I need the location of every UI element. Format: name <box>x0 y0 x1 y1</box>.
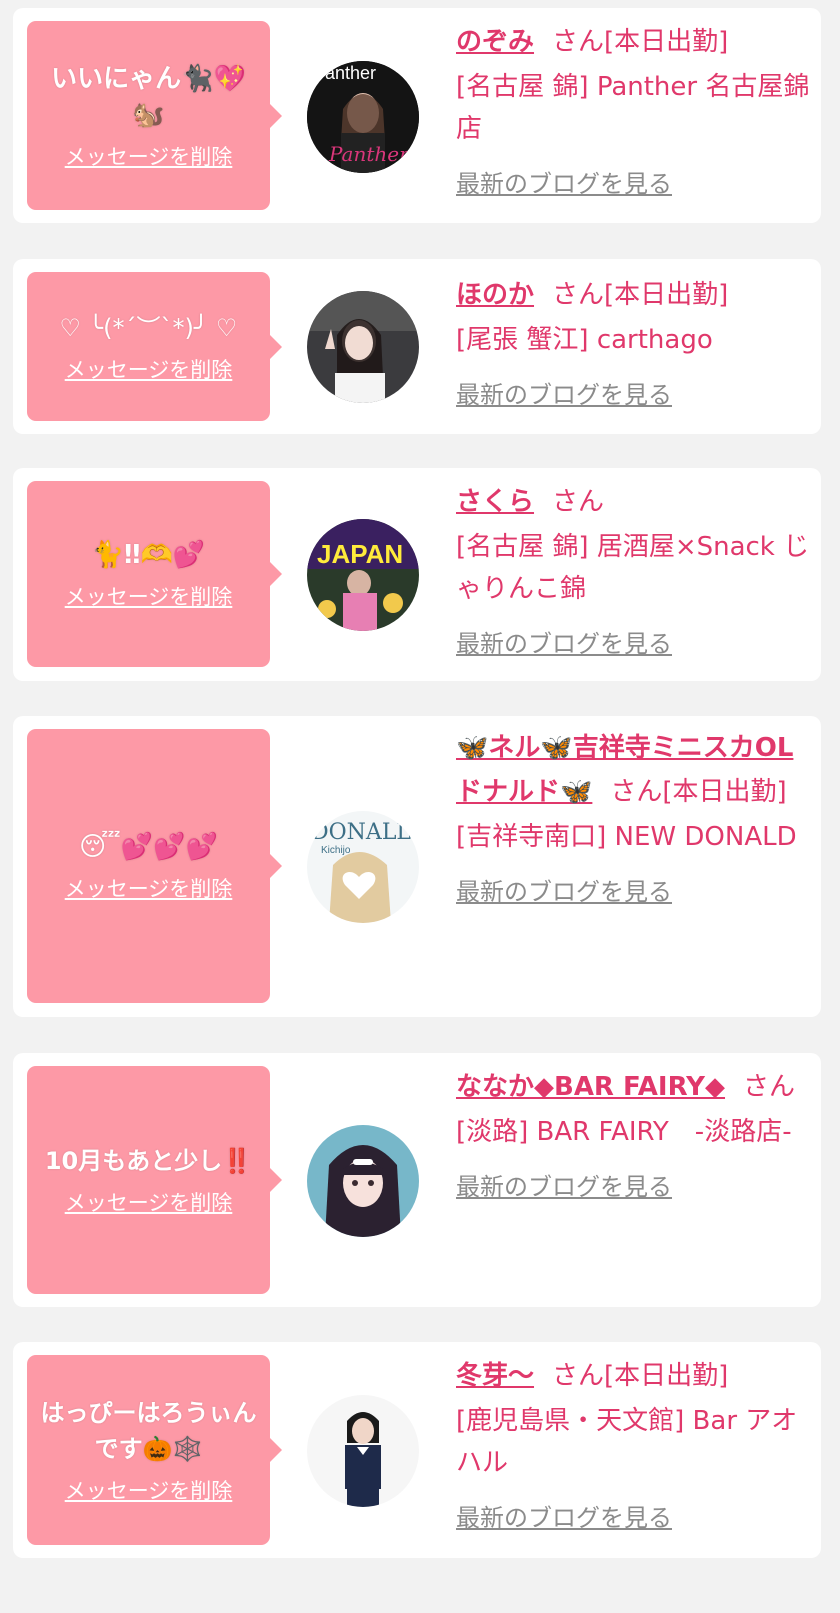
message-bubble: 10月もあと少し‼️ メッセージを削除 <box>27 1066 282 1294</box>
message-text: はっぴーはろうぃんです🎃🕸️ <box>40 1399 257 1463</box>
honorific-status: さん[本日出勤] <box>552 280 729 310</box>
honorific-status: さん <box>743 1072 796 1102</box>
svg-text:Panther: Panther <box>328 142 410 166</box>
cast-name-link[interactable]: ななか◆BAR FAIRY◆ <box>456 1072 725 1102</box>
favorite-card: ♡ ╰(*´︶`*)╯ ♡ メッセージを削除 ほのか さん[本日出勤] [尾張 蟹… <box>13 259 821 434</box>
svg-text:Panther: Panther <box>313 63 376 83</box>
honorific-status: さん[本日出勤] <box>552 1361 729 1391</box>
avatar[interactable]: Panther Panther <box>307 61 419 173</box>
avatar[interactable] <box>307 1125 419 1237</box>
avatar-image: JAPAN <box>307 519 419 631</box>
svg-text:DONALL: DONALL <box>311 820 411 845</box>
avatar-image: DONALL Kichijo <box>307 811 419 923</box>
avatar-image <box>307 291 419 403</box>
message-text: 🐈‼︎🫶💕 <box>91 540 206 570</box>
delete-message-link[interactable]: メッセージを削除 <box>65 1187 233 1217</box>
cast-info: ななか◆BAR FAIRY◆ さん [淡路] BAR FAIRY -淡路店- 最新… <box>456 1065 816 1202</box>
shop-name: [鹿児島県・天文館] Bar アオハル <box>456 1406 798 1478</box>
message-text: 😴💕💕💕 <box>79 832 218 862</box>
shop-name: [吉祥寺南口] NEW DONALD <box>456 822 797 852</box>
message-bubble: ♡ ╰(*´︶`*)╯ ♡ メッセージを削除 <box>27 272 282 421</box>
avatar[interactable]: DONALL Kichijo <box>307 811 419 923</box>
name-line: ほのか さん[本日出勤] <box>456 273 816 317</box>
favorite-card: 10月もあと少し‼️ メッセージを削除 ななか◆BAR FAIRY◆ さん [淡路… <box>13 1053 821 1307</box>
honorific-status: さん <box>552 487 605 517</box>
svg-text:Kichijo: Kichijo <box>321 845 351 856</box>
message-bubble: 😴💕💕💕 メッセージを削除 <box>27 729 282 1003</box>
message-bubble: 🐈‼︎🫶💕 メッセージを削除 <box>27 481 282 667</box>
cast-name-link[interactable]: ほのか <box>456 280 534 310</box>
latest-blog-link[interactable]: 最新のブログを見る <box>456 1167 672 1202</box>
delete-message-link[interactable]: メッセージを削除 <box>65 354 233 384</box>
favorite-card: 😴💕💕💕 メッセージを削除 DONALL Kichijo 🦋ネル🦋吉祥寺ミニスカ… <box>13 716 821 1017</box>
avatar-image <box>307 1125 419 1237</box>
delete-message-link[interactable]: メッセージを削除 <box>65 873 233 903</box>
name-line: 🦋ネル🦋吉祥寺ミニスカOLドナルド🦋 さん[本日出勤] <box>456 726 816 814</box>
favorite-card: 🐈‼︎🫶💕 メッセージを削除 JAPAN さくら さん [名古屋 錦] 居酒屋×S… <box>13 468 821 681</box>
delete-message-link[interactable]: メッセージを削除 <box>65 1475 233 1505</box>
shop-name: [名古屋 錦] Panther 名古屋錦店 <box>456 72 810 144</box>
avatar[interactable]: JAPAN <box>307 519 419 631</box>
latest-blog-link[interactable]: 最新のブログを見る <box>456 624 672 659</box>
avatar[interactable] <box>307 291 419 403</box>
avatar-image: Panther Panther <box>307 61 419 173</box>
svg-text:JAPAN: JAPAN <box>317 539 403 569</box>
message-text: 10月もあと少し‼️ <box>44 1147 253 1175</box>
shop-name: [淡路] BAR FAIRY -淡路店- <box>456 1117 792 1147</box>
cast-name-link[interactable]: のぞみ <box>456 27 534 57</box>
honorific-status: さん[本日出勤] <box>552 27 729 57</box>
cast-info: のぞみ さん[本日出勤] [名古屋 錦] Panther 名古屋錦店 最新のブログ… <box>456 20 816 199</box>
name-line: ななか◆BAR FAIRY◆ さん <box>456 1065 816 1109</box>
message-bubble: いいにゃん🐈‍⬛💖🐿️ メッセージを削除 <box>27 21 282 210</box>
cast-info: さくら さん [名古屋 錦] 居酒屋×Snack じゃりんこ錦 最新のブログを見る <box>456 480 816 659</box>
shop-name: [尾張 蟹江] carthago <box>456 325 713 355</box>
latest-blog-link[interactable]: 最新のブログを見る <box>456 375 672 410</box>
cast-info: 🦋ネル🦋吉祥寺ミニスカOLドナルド🦋 さん[本日出勤] [吉祥寺南口] NEW D… <box>456 726 816 907</box>
name-line: さくら さん <box>456 480 816 524</box>
cast-name-link[interactable]: 冬芽〜 <box>456 1361 534 1391</box>
cast-info: ほのか さん[本日出勤] [尾張 蟹江] carthago 最新のブログを見る <box>456 273 816 410</box>
name-line: 冬芽〜 さん[本日出勤] <box>456 1354 816 1398</box>
latest-blog-link[interactable]: 最新のブログを見る <box>456 872 672 907</box>
delete-message-link[interactable]: メッセージを削除 <box>65 141 233 171</box>
honorific-status: さん[本日出勤] <box>610 777 787 807</box>
cast-info: 冬芽〜 さん[本日出勤] [鹿児島県・天文館] Bar アオハル 最新のブログを見… <box>456 1354 816 1533</box>
favorite-card: はっぴーはろうぃんです🎃🕸️ メッセージを削除 冬芽〜 さん[本日出勤] [鹿児島… <box>13 1342 821 1558</box>
latest-blog-link[interactable]: 最新のブログを見る <box>456 164 672 199</box>
avatar[interactable] <box>307 1395 419 1507</box>
name-line: のぞみ さん[本日出勤] <box>456 20 816 64</box>
delete-message-link[interactable]: メッセージを削除 <box>65 581 233 611</box>
latest-blog-link[interactable]: 最新のブログを見る <box>456 1498 672 1533</box>
favorite-card: いいにゃん🐈‍⬛💖🐿️ メッセージを削除 Panther Panther のぞみ… <box>13 8 821 223</box>
message-text: ♡ ╰(*´︶`*)╯ ♡ <box>59 313 238 342</box>
cast-name-link[interactable]: さくら <box>456 487 534 517</box>
avatar-image <box>307 1395 419 1507</box>
shop-name: [名古屋 錦] 居酒屋×Snack じゃりんこ錦 <box>456 532 810 604</box>
message-bubble: はっぴーはろうぃんです🎃🕸️ メッセージを削除 <box>27 1355 282 1545</box>
message-text: いいにゃん🐈‍⬛💖🐿️ <box>51 63 246 130</box>
